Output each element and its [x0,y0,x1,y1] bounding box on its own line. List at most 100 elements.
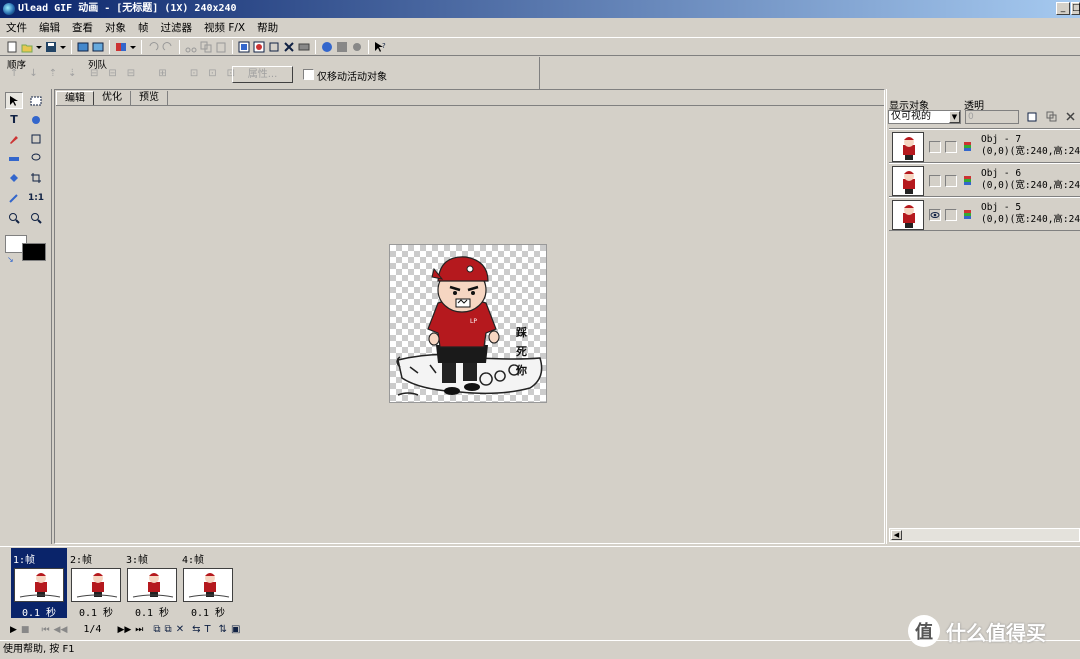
lock-toggle[interactable] [945,175,957,187]
marquee-tool-icon[interactable] [27,92,45,109]
export-icon[interactable] [92,41,104,53]
lasso-tool-icon[interactable] [27,149,45,166]
color-palette-icon[interactable] [115,41,127,53]
menu-object[interactable]: 对象 [105,20,126,35]
chevron-down-icon[interactable]: ▼ [949,111,960,123]
text-tool-icon[interactable]: T [5,111,23,128]
eye-icon [930,212,940,218]
tween-icon[interactable] [298,41,310,53]
visibility-toggle[interactable] [929,175,941,187]
filmstrip-icon[interactable] [336,41,348,53]
object-row[interactable]: Obj - 5 (0,0)(宽:240,高:240 [889,197,1080,231]
save-icon[interactable] [45,41,57,53]
new-object-icon[interactable] [1027,111,1038,125]
tab-edit[interactable]: 编辑 [56,91,94,106]
svg-text:?: ? [382,42,386,50]
object-thumbnail [892,166,924,196]
object-row[interactable]: Obj - 6 (0,0)(宽:240,高:240 [889,163,1080,197]
visibility-toggle[interactable] [929,141,941,153]
frame-item[interactable]: 1:帧 0.1 秒 [11,548,67,619]
lock-toggle[interactable] [945,141,957,153]
transform-tool-icon[interactable] [27,111,45,128]
menu-view[interactable]: 查看 [72,20,93,35]
toolbar-separator [141,39,142,54]
visibility-toggle[interactable] [929,209,941,221]
object-info: (0,0)(宽:240,高:240 [981,214,1080,225]
reverse-frames-icon[interactable]: ⇅ [219,624,227,635]
frame-item[interactable]: 4:帧 0.1 秒 [180,548,236,619]
color-mode-icon [964,176,971,188]
fill-tool-icon[interactable] [5,169,23,186]
last-frame-icon[interactable]: ⏭ [135,625,143,635]
show-objects-select[interactable]: 仅可视的 ▼ [888,110,961,124]
object-icon[interactable] [253,41,265,53]
menu-help[interactable]: 帮助 [257,20,278,35]
actual-size-icon[interactable]: 1:1 [27,189,45,206]
menu-frame[interactable]: 帧 [138,20,149,35]
tab-optimize[interactable]: 优化 [94,91,131,106]
previous-frame-icon[interactable]: ◀◀ [54,625,68,635]
dropdown-arrow-icon[interactable] [36,41,42,53]
globe-icon[interactable] [321,41,333,53]
frame-item[interactable]: 3:帧 0.1 秒 [124,548,180,619]
toolbar-separator [179,39,180,54]
properties-button[interactable]: 属性... [232,66,293,83]
object-row[interactable]: Obj - 7 (0,0)(宽:240,高:240 [889,129,1080,163]
new-file-icon[interactable] [6,41,18,53]
pointer-tool-icon[interactable] [5,92,23,109]
dropdown-arrow-icon[interactable] [130,41,136,53]
minimize-button[interactable]: _ [1056,2,1070,15]
delete-icon[interactable] [283,41,295,53]
help-pointer-icon[interactable]: ? [374,41,386,53]
background-color-swatch[interactable] [22,243,46,261]
zoom-out-icon[interactable] [27,209,45,226]
app-icon[interactable] [3,3,15,15]
object-list-scrollbar[interactable]: ◀ [889,528,1080,542]
undo-icon[interactable] [147,41,159,53]
brush-tool-icon[interactable] [5,130,23,147]
import-icon[interactable] [77,41,89,53]
eyedropper-tool-icon[interactable] [5,189,23,206]
delete-object-icon[interactable] [1065,111,1076,125]
menu-edit[interactable]: 编辑 [39,20,60,35]
clone-tool-icon[interactable] [27,130,45,147]
gif-canvas[interactable]: LP 踩死你 [389,244,547,403]
open-file-icon[interactable] [21,41,33,53]
copy-frame-icon[interactable]: ⧉ [165,624,172,635]
order-arrows-icon[interactable]: ↑↓⇡⇣ [10,68,88,79]
menu-file[interactable]: 文件 [6,20,27,35]
play-icon[interactable]: ▶ [10,625,17,635]
transparency-spinner[interactable]: 0 [965,110,1019,124]
crop-icon[interactable] [268,41,280,53]
restore-button[interactable]: □ [1071,2,1080,15]
eraser-tool-icon[interactable] [5,149,23,166]
menu-filter[interactable]: 过滤器 [161,20,193,35]
tab-preview[interactable]: 预览 [131,91,168,106]
text-frame-icon[interactable]: T [204,624,210,635]
frame-properties-icon[interactable]: ▣ [231,624,240,635]
stop-icon[interactable]: ■ [21,625,30,635]
duplicate-object-icon[interactable] [1046,111,1057,125]
lock-toggle[interactable] [945,209,957,221]
preview-icon[interactable] [351,41,363,53]
first-frame-icon[interactable]: ⏮ [41,625,49,635]
next-frame-icon[interactable]: ▶▶ [117,625,131,635]
frame-label: 3:帧 [126,555,149,566]
cut-icon[interactable] [185,41,197,53]
zoom-in-icon[interactable] [5,209,23,226]
paste-icon[interactable] [215,41,227,53]
swap-colors-icon[interactable]: ↘ [7,255,14,264]
tween-frame-icon[interactable]: ⇆ [192,624,200,635]
dropdown-arrow-icon[interactable] [60,41,66,53]
frame-item[interactable]: 2:帧 0.1 秒 [68,548,124,619]
crop-tool-icon[interactable] [27,169,45,186]
add-frame-icon[interactable]: ⧉ [153,624,160,635]
scroll-left-icon[interactable]: ◀ [891,530,902,540]
redo-icon[interactable] [162,41,174,53]
move-only-checkbox[interactable] [303,69,314,80]
delete-frame-icon[interactable]: ✕ [176,624,184,635]
align-icons[interactable]: ⊟⊟⊟ ⊞ ⊡⊡⊡ [90,68,245,79]
frame-icon[interactable] [238,41,250,53]
menu-video-fx[interactable]: 视频 F/X [204,20,245,35]
copy-icon[interactable] [200,41,212,53]
